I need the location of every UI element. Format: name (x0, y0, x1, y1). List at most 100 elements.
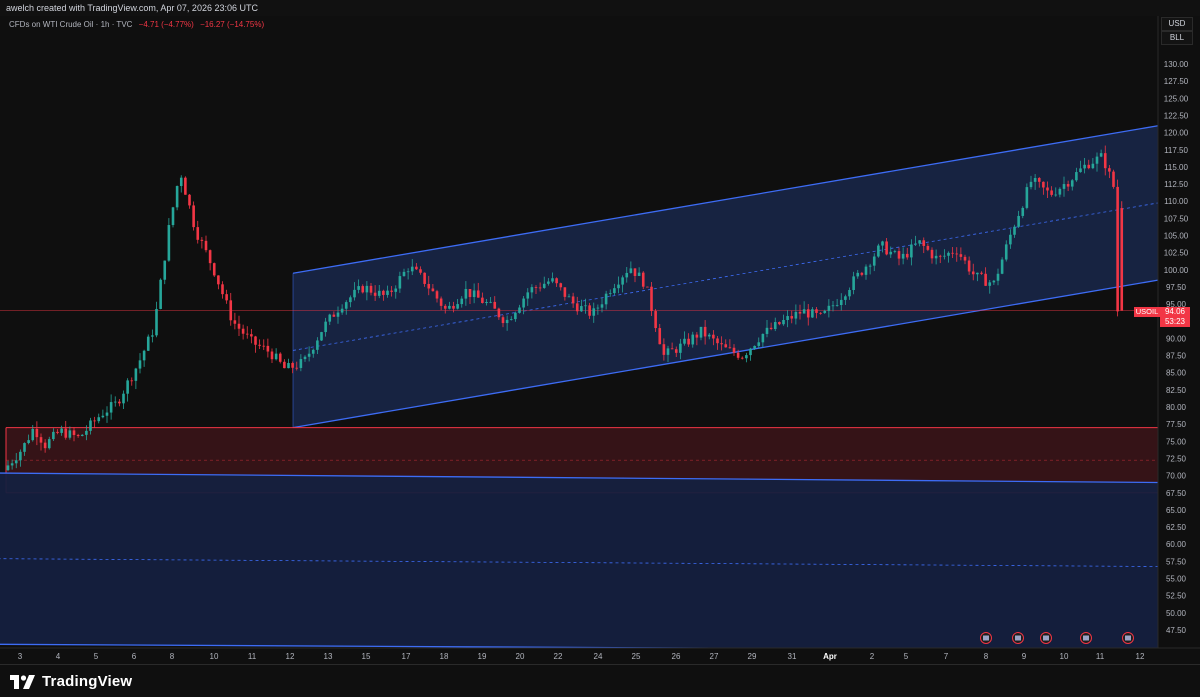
candle-body (592, 308, 596, 316)
x-tick-label: 11 (248, 652, 257, 661)
candle-body (377, 290, 381, 296)
candle-body (97, 417, 101, 422)
candle-body (89, 420, 92, 431)
flag-icon[interactable] (1122, 632, 1134, 644)
y-tick-label: 107.50 (1164, 214, 1189, 223)
chart-area[interactable]: 47.50 50.00 52.50 55.00 57.50 60.00 62.50 65.00… (0, 16, 1200, 664)
candle-body (641, 272, 645, 287)
candle-body (27, 440, 30, 444)
candle-body (332, 314, 336, 317)
candle-body (266, 345, 270, 352)
candle-body (299, 359, 303, 368)
symbol-price-label: USOIL (1134, 307, 1160, 317)
candle-body (926, 245, 930, 250)
candle-body (621, 277, 624, 285)
candle-body (530, 287, 534, 293)
y-tick-label: 70.00 (1166, 472, 1187, 481)
candle-body (732, 347, 736, 353)
x-tick-label: 22 (554, 652, 563, 661)
brand-name: TradingView (42, 673, 133, 690)
candle-body (460, 298, 464, 305)
candle-body (196, 227, 200, 240)
candle-body (1075, 172, 1078, 181)
candle-body (1054, 194, 1058, 196)
x-tick-label: 20 (516, 652, 525, 661)
candle-body (390, 290, 393, 292)
candle-body (85, 430, 88, 435)
x-tick-label: 19 (478, 652, 487, 661)
candle-body (204, 240, 208, 251)
candle-body (233, 320, 237, 324)
y-tick-label: 130.00 (1164, 60, 1189, 69)
candle-body (217, 275, 220, 285)
candle-body (769, 327, 773, 330)
candle-body (23, 443, 26, 452)
candle-body (707, 334, 711, 337)
y-tick-label: 62.50 (1166, 523, 1187, 532)
candle-body (860, 272, 864, 275)
flag-icon[interactable] (1040, 632, 1052, 644)
candle-body (245, 333, 249, 335)
candle-body (761, 333, 765, 343)
candle-body (419, 269, 422, 273)
candle-body (1070, 180, 1074, 187)
tradingview-brand[interactable]: TradingView (10, 673, 132, 690)
candle-body (580, 306, 583, 312)
candle-body (753, 345, 756, 349)
candle-body (728, 347, 732, 349)
candle-body (703, 326, 707, 337)
flag-icon[interactable] (980, 632, 992, 644)
candle-body (80, 434, 84, 436)
candle-body (1087, 164, 1091, 169)
x-tick-label: 31 (788, 652, 797, 661)
candle-body (951, 252, 954, 254)
candle-body (1013, 226, 1016, 235)
candle-body (629, 268, 633, 273)
candle-body (559, 283, 563, 288)
candle-body (1112, 171, 1115, 187)
candle-body (64, 428, 68, 438)
y-tick-label: 65.00 (1166, 506, 1187, 515)
x-tick-label: 13 (324, 652, 333, 661)
candle-body (1066, 184, 1070, 187)
candle-body (547, 281, 550, 284)
descending_channel-fill[interactable] (0, 472, 1158, 651)
candle-body (415, 266, 418, 270)
candle-body (679, 343, 682, 353)
candle-body (229, 300, 233, 321)
x-tick-label: 5 (904, 652, 909, 661)
candle-body (551, 278, 554, 282)
candle-body (1037, 178, 1041, 182)
candle-body (184, 177, 187, 195)
candle-body (683, 338, 686, 344)
unit-selector[interactable]: BLL (1161, 31, 1193, 45)
candle-body (542, 283, 546, 288)
currency-selector[interactable]: USD (1161, 17, 1193, 31)
flag-icon[interactable] (1012, 632, 1024, 644)
candle-body (497, 308, 501, 318)
candle-body (1000, 259, 1004, 274)
candle-body (56, 431, 59, 433)
candle-body (241, 328, 245, 334)
candle-body (179, 177, 183, 187)
candle-body (1120, 208, 1124, 311)
candle-body (596, 307, 600, 309)
candle-body (1004, 244, 1008, 260)
candle-body (118, 401, 121, 404)
x-tick-label: 12 (286, 652, 295, 661)
candle-body (687, 338, 690, 345)
candle-body (955, 253, 959, 255)
footer: TradingView (0, 664, 1200, 697)
candle-body (113, 401, 117, 403)
candle-body (798, 311, 802, 314)
candle-body (695, 334, 699, 338)
x-tick-label: 8 (170, 652, 175, 661)
candle-body (778, 322, 781, 325)
candle-body (365, 285, 369, 293)
candle-body (35, 429, 39, 438)
candle-body (159, 279, 162, 309)
flag-icon[interactable] (1080, 632, 1092, 644)
price-chart[interactable]: 47.50 50.00 52.50 55.00 57.50 60.00 62.50 65.00… (0, 16, 1200, 664)
candle-body (967, 260, 971, 272)
candle-body (712, 334, 715, 339)
